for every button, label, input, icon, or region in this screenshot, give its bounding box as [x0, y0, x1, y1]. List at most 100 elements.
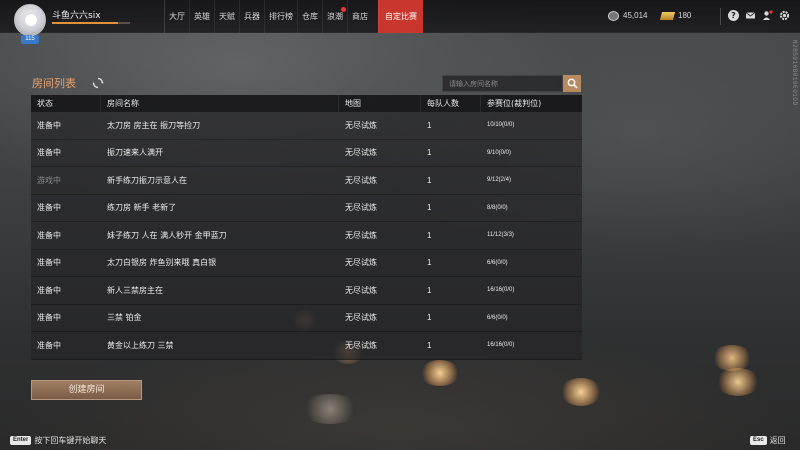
cell-room-name: 黄金以上练刀 三禁: [107, 340, 174, 350]
cell-per-team: 1: [427, 313, 432, 323]
table-row[interactable]: 准备中 黄金以上练刀 三禁 无尽试炼 1 16/16(0/0): [31, 332, 582, 360]
cell-room-name: 太刀房 房主在 振刀等捡刀: [107, 120, 201, 130]
player-avatar[interactable]: [14, 4, 46, 36]
cell-slots: 16/16(0/0): [487, 287, 515, 294]
cell-room-name: 新手练刀振刀示意人在: [107, 175, 187, 185]
header-map[interactable]: 地图: [339, 95, 421, 112]
refresh-icon[interactable]: [92, 74, 104, 89]
friends-icon[interactable]: [762, 10, 773, 21]
nav-tab[interactable]: 天赋: [214, 0, 239, 33]
nav-tab-custom-match[interactable]: 自定比赛: [378, 0, 423, 33]
cell-map: 无尽试炼: [345, 258, 377, 268]
cell-status: 准备中: [37, 120, 61, 130]
side-id-text: N2B5916B010E01OD: [791, 40, 798, 106]
cell-room-name: 妹子练刀 人在 满人秒开 金甲蓝刀: [107, 230, 227, 240]
header-per-team[interactable]: 每队人数: [421, 95, 481, 112]
cell-map: 无尽试炼: [345, 313, 377, 323]
create-room-button[interactable]: 创建房间: [31, 380, 142, 400]
cell-status: 准备中: [37, 313, 61, 323]
notification-dot: [341, 7, 346, 12]
chat-hint-text: 按下回车键开始聊天: [34, 436, 107, 445]
cell-slots: 8/8(0/0): [487, 204, 508, 211]
cell-status: 游戏中: [37, 175, 61, 185]
nav-tab[interactable]: 英雄: [189, 0, 214, 33]
nav-tab[interactable]: 大厅: [164, 0, 189, 33]
cell-per-team: 1: [427, 203, 432, 213]
help-icon[interactable]: ?: [728, 10, 739, 21]
settings-icon[interactable]: [779, 10, 790, 21]
table-row[interactable]: 准备中 太刀房 房主在 振刀等捡刀 无尽试炼 1 10/10(0/0): [31, 112, 582, 140]
mail-icon[interactable]: [745, 10, 756, 21]
room-table: 状态 房间名称 地图 每队人数 参赛位(裁判位) 准备中 太刀房 房主在 振刀等捡…: [31, 95, 582, 377]
cell-status: 准备中: [37, 340, 61, 350]
back-control[interactable]: Esc 返回: [750, 435, 786, 446]
gold-ingot-icon: [659, 12, 676, 20]
nav-tab[interactable]: 兵器: [239, 0, 264, 33]
header-room-name[interactable]: 房间名称: [101, 95, 339, 112]
cell-status: 准备中: [37, 258, 61, 268]
table-row[interactable]: 准备中 妹子练刀 人在 满人秒开 金甲蓝刀 无尽试炼 1 11/12(3/3): [31, 222, 582, 250]
cell-map: 无尽试炼: [345, 340, 377, 350]
cell-per-team: 1: [427, 175, 432, 185]
cell-room-name: 太刀白银房 炸鱼别来哦 真白银: [107, 258, 217, 268]
cell-slots: 16/16(0/0): [487, 342, 515, 349]
table-row[interactable]: 游戏中 新手练刀振刀示意人在 无尽试炼 1 9/12(2/4): [31, 167, 582, 195]
cell-map: 无尽试炼: [345, 175, 377, 185]
coin-count: 45,014: [623, 11, 648, 20]
cell-per-team: 1: [427, 230, 432, 240]
enter-key-badge: Enter: [10, 436, 32, 445]
cell-per-team: 1: [427, 285, 432, 295]
cell-map: 无尽试炼: [345, 230, 377, 240]
header-status[interactable]: 状态: [31, 95, 101, 112]
cell-status: 准备中: [37, 148, 61, 158]
cell-status: 准备中: [37, 230, 61, 240]
divider: [720, 8, 721, 25]
table-row[interactable]: 准备中 太刀白银房 炸鱼别来哦 真白银 无尽试炼 1 6/6(0/0): [31, 249, 582, 277]
cell-slots: 9/12(2/4): [487, 177, 512, 184]
cell-room-name: 振刀速来人满开: [107, 148, 163, 158]
player-level-badge: 115: [21, 35, 39, 44]
table-header: 状态 房间名称 地图 每队人数 参赛位(裁判位): [31, 95, 582, 112]
cell-slots: 6/6(0/0): [487, 314, 508, 321]
room-list-title: 房间列表: [32, 77, 76, 90]
table-row[interactable]: 准备中 练刀房 新手 老新了 无尽试炼 1 8/8(0/0): [31, 194, 582, 222]
cell-map: 无尽试炼: [345, 285, 377, 295]
cell-slots: 6/6(0/0): [487, 259, 508, 266]
cell-room-name: 三禁 铂金: [107, 313, 142, 323]
search-icon: [567, 78, 578, 89]
top-bar: 115 斗鱼六六six 大厅 英雄 天赋 兵器 排行榜 仓库 浪潮 商店 自定比赛 45,014…: [0, 0, 800, 44]
search-button[interactable]: [563, 75, 581, 92]
cell-status: 准备中: [37, 203, 61, 213]
gold-count: 180: [678, 11, 692, 20]
table-row[interactable]: 准备中 新人三禁房主在 无尽试炼 1 16/16(0/0): [31, 277, 582, 305]
table-row[interactable]: 准备中 三禁 铂金 无尽试炼 1 6/6(0/0): [31, 304, 582, 332]
cell-map: 无尽试炼: [345, 120, 377, 130]
cell-slots: 10/10(0/0): [487, 122, 515, 129]
cell-per-team: 1: [427, 258, 432, 268]
cell-slots: 11/12(3/3): [487, 232, 514, 239]
cell-per-team: 1: [427, 340, 432, 350]
coin-icon: [608, 11, 619, 21]
cell-per-team: 1: [427, 120, 432, 130]
nav-tab[interactable]: 商店: [347, 0, 372, 33]
cell-slots: 9/10(0/0): [487, 149, 512, 156]
chat-hint: Enter 按下回车键开始聊天: [10, 435, 106, 446]
room-search-input[interactable]: [442, 75, 563, 92]
cell-map: 无尽试炼: [345, 203, 377, 213]
cell-room-name: 新人三禁房主在: [107, 285, 163, 295]
nav-tab[interactable]: 浪潮: [322, 0, 347, 33]
nav-tab[interactable]: 排行榜: [264, 0, 297, 33]
table-row[interactable]: 准备中 振刀速来人满开 无尽试炼 1 9/10(0/0): [31, 139, 582, 167]
back-label[interactable]: 返回: [770, 435, 786, 446]
cell-map: 无尽试炼: [345, 148, 377, 158]
cell-room-name: 练刀房 新手 老新了: [107, 203, 177, 213]
table-body[interactable]: 准备中 太刀房 房主在 振刀等捡刀 无尽试炼 1 10/10(0/0) 准备中 振刀速来人满…: [31, 112, 582, 377]
main-nav: 大厅 英雄 天赋 兵器 排行榜 仓库 浪潮 商店 自定比赛: [164, 0, 423, 33]
cell-per-team: 1: [427, 148, 432, 158]
xp-progress-bar: [52, 22, 130, 24]
nav-tab[interactable]: 仓库: [297, 0, 322, 33]
player-name: 斗鱼六六six: [52, 11, 101, 21]
header-slots[interactable]: 参赛位(裁判位): [481, 95, 582, 112]
esc-key-badge: Esc: [750, 436, 767, 445]
cell-status: 准备中: [37, 285, 61, 295]
